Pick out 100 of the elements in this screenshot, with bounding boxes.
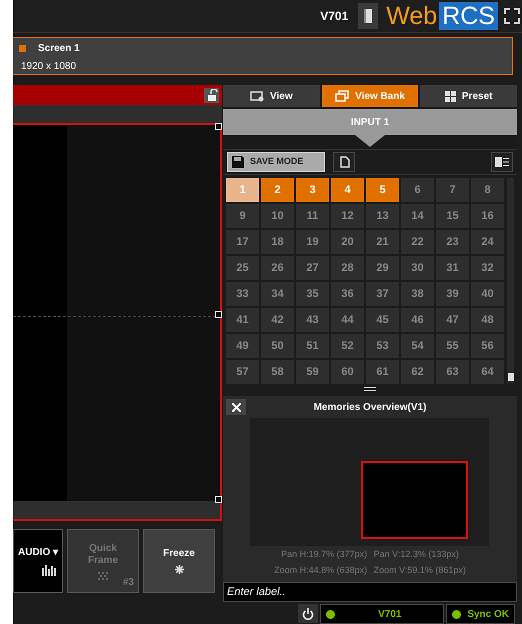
memory-slot[interactable]: 14 [401,204,434,228]
memory-slot[interactable]: 58 [261,360,294,384]
memory-slot[interactable]: 43 [296,308,329,332]
memory-slot[interactable]: 11 [296,204,329,228]
memory-slot[interactable]: 60 [331,360,364,384]
memory-slot[interactable]: 45 [366,308,399,332]
memory-slot[interactable]: 39 [436,282,469,306]
status-dot [452,610,462,618]
close-button[interactable] [226,399,246,415]
memory-slot[interactable]: 51 [296,334,329,358]
book-icon [363,8,374,24]
sync-status: Sync OK [446,604,515,624]
memory-slot[interactable]: 3 [296,178,329,202]
screen-name: Screen 1 [38,42,80,56]
memory-slot[interactable]: 50 [261,334,294,358]
screen-panel[interactable]: Screen 1 1920 x 1080 [13,37,513,75]
memory-slot[interactable]: 52 [331,334,364,358]
freeze-button[interactable]: Freeze [143,529,215,593]
panel-title: Memories Overview(V1) [312,400,428,414]
memory-slot[interactable]: 53 [366,334,399,358]
memory-slot[interactable]: 27 [296,256,329,280]
level-meter-icon [42,564,58,576]
memory-slot[interactable]: 36 [331,282,364,306]
grid-icon [444,90,456,102]
list-icon [495,157,509,167]
pan-readout: Pan V:12.3% (133px) [374,549,459,559]
tab[interactable]: View Bank [322,85,418,107]
resize-handle[interactable] [215,311,222,318]
tab[interactable]: View [223,85,320,107]
memory-slot[interactable]: 32 [471,256,504,280]
memory-slot[interactable]: 38 [401,282,434,306]
memory-slot[interactable]: 30 [401,256,434,280]
memory-slot[interactable]: 16 [471,204,504,228]
memory-slot[interactable]: 54 [401,334,434,358]
memory-slot[interactable]: 23 [436,230,469,254]
logo-text: Web [385,2,438,30]
scrollbar[interactable] [507,178,514,383]
memory-slot[interactable]: 5 [366,178,399,202]
resize-handle[interactable] [215,123,222,130]
memory-slot[interactable]: 34 [261,282,294,306]
memory-slot[interactable]: 18 [261,230,294,254]
audio-button[interactable]: AUDIO ▾ [13,529,63,593]
power-icon [302,608,314,620]
memory-slot[interactable]: 4 [331,178,364,202]
memory-slot[interactable]: 9 [226,204,259,228]
memory-slot[interactable]: 56 [471,334,504,358]
device-status: V701 [320,604,444,624]
pointer-arrow-icon [355,135,385,147]
memory-slot[interactable]: 25 [226,256,259,280]
tab[interactable]: Preset [420,85,518,107]
memory-slot[interactable]: 40 [471,282,504,306]
drag-handle-icon[interactable] [364,387,376,391]
refresh-button[interactable] [333,152,355,172]
book-button[interactable] [358,3,378,29]
memory-slot[interactable]: 6 [401,178,434,202]
memory-slot[interactable]: 13 [366,204,399,228]
memory-slot[interactable]: 63 [436,360,469,384]
memory-slot[interactable]: 42 [261,308,294,332]
floppy-icon [232,156,244,168]
memory-slot[interactable]: 15 [436,204,469,228]
memory-slot[interactable]: 17 [226,230,259,254]
memory-slot[interactable]: 7 [436,178,469,202]
memory-slot[interactable]: 26 [261,256,294,280]
fullscreen-icon[interactable] [504,8,520,24]
memory-slot[interactable]: 20 [331,230,364,254]
power-button[interactable] [298,604,318,623]
memory-slot[interactable]: 22 [401,230,434,254]
windows-icon [335,90,350,102]
memory-slot[interactable]: 46 [401,308,434,332]
resize-handle[interactable] [215,496,222,503]
memory-slot[interactable]: 62 [401,360,434,384]
memory-slot[interactable]: 35 [296,282,329,306]
memory-slot[interactable]: 61 [366,360,399,384]
memory-slot[interactable]: 19 [296,230,329,254]
memory-slot[interactable]: 47 [436,308,469,332]
memory-slot[interactable]: 55 [436,334,469,358]
memory-slot[interactable]: 37 [366,282,399,306]
memory-slot[interactable]: 64 [471,360,504,384]
memory-slot[interactable]: 21 [366,230,399,254]
memory-slot[interactable]: 49 [226,334,259,358]
memory-slot[interactable]: 8 [471,178,504,202]
memory-slot[interactable]: 57 [226,360,259,384]
memory-slot[interactable]: 2 [261,178,294,202]
save-mode-button[interactable]: SAVE MODE [227,152,325,172]
list-view-button[interactable] [491,152,513,172]
memory-slot[interactable]: 59 [296,360,329,384]
memory-slot[interactable]: 12 [331,204,364,228]
label-input[interactable]: Enter label.. [223,582,517,602]
memory-slot[interactable]: 48 [471,308,504,332]
lock-button[interactable] [204,88,219,102]
memory-slot[interactable]: 33 [226,282,259,306]
memory-slot[interactable]: 24 [471,230,504,254]
memory-slot[interactable]: 28 [331,256,364,280]
unlocked-icon [206,88,218,102]
memory-slot[interactable]: 44 [331,308,364,332]
memory-slot[interactable]: 31 [436,256,469,280]
memory-slot[interactable]: 10 [261,204,294,228]
memory-slot[interactable]: 29 [366,256,399,280]
badge-label: #3 [122,576,134,590]
memory-slot[interactable]: 41 [226,308,259,332]
